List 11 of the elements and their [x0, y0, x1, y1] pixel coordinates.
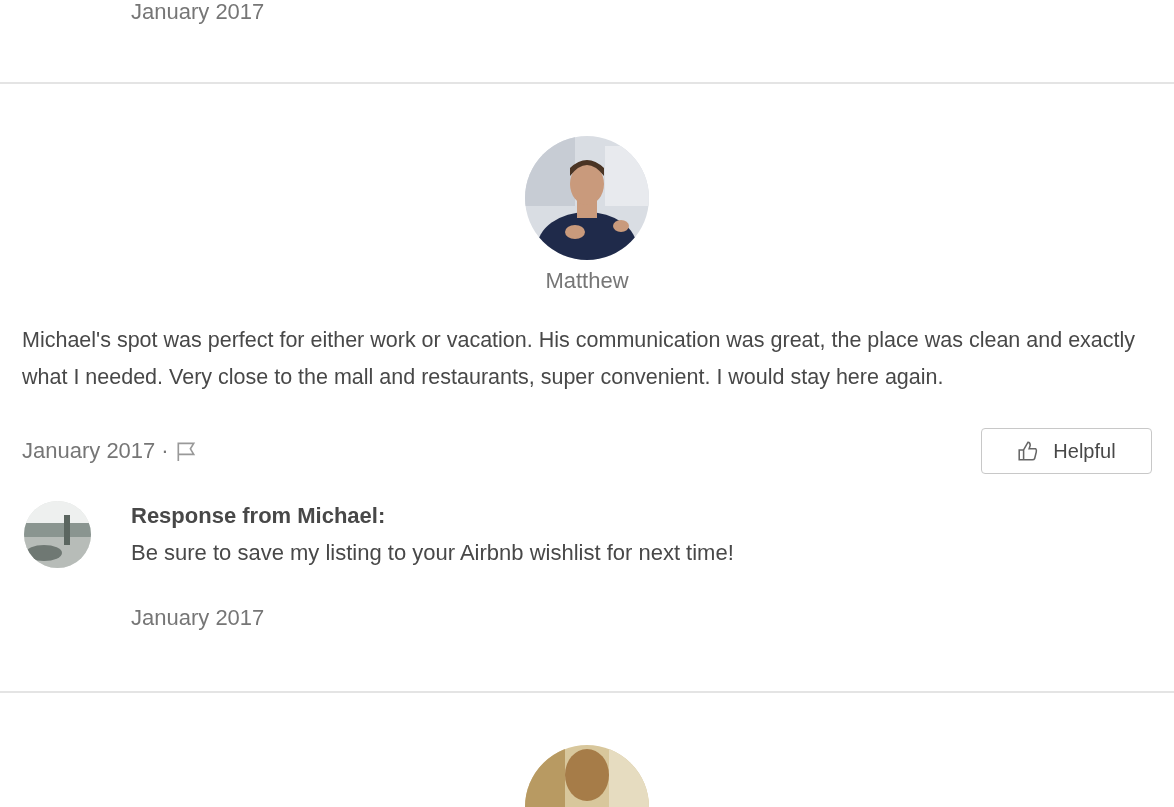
- separator: ·: [161, 438, 169, 464]
- helpful-button[interactable]: Helpful: [981, 428, 1152, 474]
- review-text: Michael's spot was perfect for either work or vacation. His communication was great, the place was clean and exactly what I needed. Very close to the mall and restaurants, super convenient. I would stay here again.: [21, 327, 1137, 391]
- response-date: January 2017: [131, 605, 266, 631]
- review-date: January 2017: [130, 0, 266, 25]
- reviewer-name: Matthew: [545, 268, 629, 294]
- review-date: January 2017: [22, 438, 156, 464]
- response-text: Be sure to save my listing to your Airbnb wishlist for next time!: [131, 539, 734, 567]
- flag-icon[interactable]: [174, 440, 197, 462]
- thumbs-up-icon: [1017, 440, 1040, 462]
- response-title: Response from Michael:: [131, 502, 387, 530]
